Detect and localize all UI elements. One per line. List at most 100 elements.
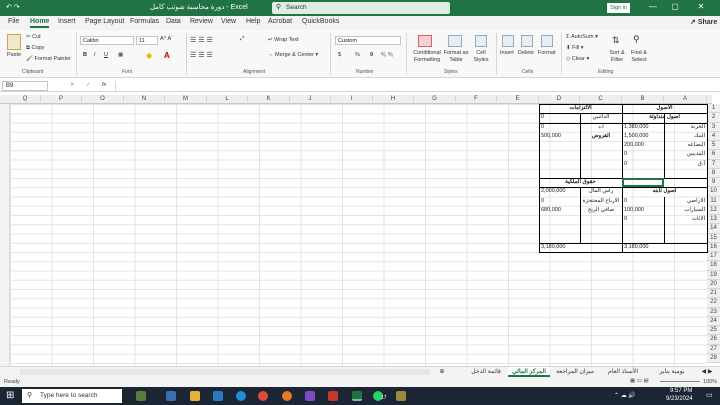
find-select-button[interactable]: Find & Select: [628, 50, 650, 64]
row-header-17[interactable]: 17: [707, 252, 720, 262]
menu-insert[interactable]: Insert: [58, 18, 76, 25]
column-header-N[interactable]: N: [124, 95, 165, 104]
task-view-icon[interactable]: [166, 391, 176, 401]
cell-A11[interactable]: الاراضي: [664, 197, 707, 206]
menu-view[interactable]: View: [221, 18, 236, 25]
insert-cells-button[interactable]: Insert: [500, 50, 514, 56]
menu-home[interactable]: Home: [30, 18, 50, 28]
column-header-E[interactable]: E: [497, 95, 539, 104]
worksheet-grid[interactable]: [10, 104, 707, 366]
row-header-14[interactable]: 14: [707, 224, 720, 234]
sort-filter-button[interactable]: Sort & Filter: [606, 50, 628, 64]
widget-icon[interactable]: [136, 391, 146, 401]
row-header-25[interactable]: 25: [707, 326, 720, 336]
column-header-O[interactable]: O: [82, 95, 124, 104]
add-sheet-icon[interactable]: ⊕: [438, 367, 446, 377]
cell-B1[interactable]: الاصول: [622, 104, 707, 113]
underline-button[interactable]: U: [104, 52, 108, 58]
format-cells-button[interactable]: Format: [538, 50, 555, 56]
row-header-6[interactable]: 6: [707, 150, 720, 160]
windows-start-icon[interactable]: ⊞: [6, 390, 14, 401]
cell-D4[interactable]: 500,000: [539, 132, 580, 141]
wrap-text-button[interactable]: ↵ Wrap Text: [268, 37, 299, 43]
row-header-24[interactable]: 24: [707, 316, 720, 326]
restore-button[interactable]: ▢: [666, 2, 684, 11]
cell-C4[interactable]: القروض: [580, 132, 622, 141]
fill-button[interactable]: ⬇ Fill ▾: [566, 45, 583, 51]
row-header-9[interactable]: 9: [707, 178, 720, 188]
column-header-K[interactable]: K: [248, 95, 290, 104]
cell-B13[interactable]: 0: [622, 215, 664, 224]
row-header-22[interactable]: 22: [707, 298, 720, 308]
column-header-C[interactable]: C: [580, 95, 622, 104]
share-button[interactable]: ↗ Share: [690, 18, 717, 26]
vertical-scrollbar[interactable]: [0, 104, 10, 366]
sign-in-button[interactable]: Sign in: [607, 3, 630, 13]
font-name-select[interactable]: Calibri: [80, 36, 134, 45]
paste-button[interactable]: Paste: [7, 52, 21, 58]
percent-button[interactable]: %: [355, 52, 360, 58]
row-header-18[interactable]: 18: [707, 261, 720, 271]
search-input[interactable]: ⚲ Search: [272, 2, 450, 14]
selected-cell-B9[interactable]: [622, 178, 664, 188]
borders-icon[interactable]: ▦: [118, 52, 123, 58]
cell-D16[interactable]: 3,180,000: [539, 243, 580, 252]
formula-input[interactable]: [115, 81, 715, 91]
view-buttons-icon[interactable]: ▦ ▭ ▤: [630, 378, 649, 384]
chrome-icon[interactable]: [258, 391, 268, 401]
cell-A12[interactable]: السيارات: [664, 206, 707, 215]
cell-styles-button[interactable]: Cell Styles: [470, 50, 492, 64]
font-grow-icon[interactable]: A^ Aˇ: [160, 36, 173, 42]
cancel-icon[interactable]: ✕: [70, 82, 75, 88]
cell-D11[interactable]: 0: [539, 197, 580, 206]
menu-review[interactable]: Review: [190, 18, 213, 25]
row-header-13[interactable]: 13: [707, 215, 720, 225]
delete-cells-button[interactable]: Delete: [518, 50, 534, 56]
cell-B11[interactable]: 0: [622, 197, 664, 206]
zoom-slider[interactable]: [660, 381, 700, 382]
row-header-21[interactable]: 21: [707, 289, 720, 299]
column-header-G[interactable]: G: [414, 95, 456, 104]
font-color-icon[interactable]: A: [164, 51, 170, 60]
cell-C9[interactable]: حقوق الملكية: [539, 178, 622, 187]
row-header-2[interactable]: 2: [707, 113, 720, 123]
autosave-toggle[interactable]: ↶ ↷: [6, 3, 20, 11]
horizontal-scrollbar[interactable]: [20, 369, 430, 375]
cell-styles-icon[interactable]: [475, 35, 487, 47]
row-header-28[interactable]: 28: [707, 353, 720, 363]
menu-acrobat[interactable]: Acrobat: [268, 18, 292, 25]
cell-B3[interactable]: 1,380,000: [622, 123, 664, 132]
cell-B16[interactable]: 3,180,000: [622, 243, 664, 252]
sheet-tab[interactable]: الأستاذ العام: [600, 367, 646, 377]
column-header-P[interactable]: P: [41, 95, 82, 104]
column-header-D[interactable]: D: [539, 95, 580, 104]
cell-B6[interactable]: 0: [622, 150, 664, 159]
autosum-button[interactable]: Σ AutoSum ▾: [566, 34, 598, 40]
column-header-L[interactable]: L: [207, 95, 248, 104]
italic-button[interactable]: I: [94, 52, 96, 58]
excel-icon[interactable]: [352, 391, 362, 401]
column-header-A[interactable]: A: [664, 95, 707, 104]
file-explorer-icon[interactable]: [190, 391, 200, 401]
close-button[interactable]: ✕: [692, 2, 710, 11]
insert-cells-icon[interactable]: [502, 35, 514, 47]
bold-button[interactable]: B: [83, 52, 87, 58]
clear-button[interactable]: ◇ Clear ▾: [566, 56, 589, 62]
delete-cells-icon[interactable]: [521, 35, 533, 47]
column-header-Q[interactable]: Q: [10, 95, 41, 104]
find-select-icon[interactable]: ⚲: [633, 34, 640, 45]
cell-C11[interactable]: الارباح المحتجزة: [580, 197, 622, 206]
app2-icon[interactable]: [396, 391, 406, 401]
row-header-26[interactable]: 26: [707, 335, 720, 345]
menu-file[interactable]: File: [8, 18, 19, 25]
row-header-1[interactable]: 1: [707, 104, 720, 114]
row-header-12[interactable]: 12: [707, 205, 720, 215]
cell-C2[interactable]: الدائنين: [580, 113, 622, 122]
sheet-tab[interactable]: قائمة الدخل: [466, 367, 506, 377]
align-left-icon[interactable]: ☰ ☰ ☰: [190, 51, 213, 59]
cell-A6[interactable]: المدينين: [664, 150, 707, 159]
row-header-23[interactable]: 23: [707, 307, 720, 317]
row-header-15[interactable]: 15: [707, 233, 720, 243]
taskbar-search[interactable]: ⚲ Type here to search: [22, 389, 122, 403]
fx-icon[interactable]: fx: [102, 82, 106, 88]
